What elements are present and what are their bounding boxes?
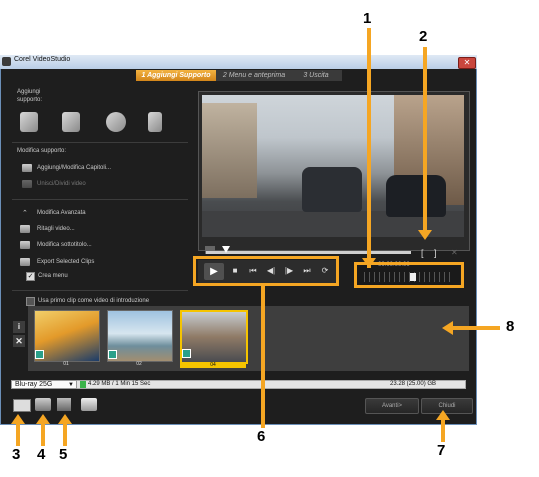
use-first-clip-checkbox[interactable] <box>26 297 35 306</box>
callout-5: 5 <box>59 446 68 463</box>
trim-video-icon <box>20 225 30 233</box>
disc-type-value: Blu-ray 25G <box>15 381 53 388</box>
subtitle-icon <box>20 241 30 249</box>
chapter-icon <box>22 164 32 172</box>
create-menu-label: Crea menu <box>38 273 68 279</box>
default-chapter-settings-icon[interactable] <box>35 398 51 411</box>
edit-subtitle-link[interactable]: Modifica sottotitolo... <box>37 242 92 248</box>
clear-marks-button[interactable]: ✕ <box>451 248 458 257</box>
print-icon[interactable] <box>81 398 97 411</box>
add-mobile-icon[interactable] <box>148 112 162 132</box>
divider <box>12 199 188 200</box>
project-size-info: 4.29 MB / 1 Min 15 Sec <box>88 381 151 387</box>
chevron-down-icon: ▼ <box>68 382 74 388</box>
tab-output[interactable]: 3 Uscita <box>292 70 340 81</box>
tab-menu-preview[interactable]: 2 Menu e anteprima <box>218 70 290 81</box>
export-clips-icon <box>20 258 30 266</box>
next-button[interactable]: Avanti> <box>365 398 419 414</box>
callout-arrow-5 <box>58 414 72 424</box>
tab-add-media[interactable]: 1 Aggiungi Supporto <box>136 70 216 81</box>
callout-arrow-8 <box>442 321 453 335</box>
callout-arrow-2 <box>418 230 432 240</box>
callout-line-6 <box>261 286 265 428</box>
callout-7: 7 <box>437 442 446 459</box>
add-dvd-video-icon[interactable] <box>62 112 80 132</box>
create-menu-checkbox[interactable]: ✓ <box>26 272 35 281</box>
project-settings-icon[interactable] <box>13 399 31 412</box>
mark-in-button[interactable]: [ <box>421 248 424 258</box>
divider <box>12 142 188 143</box>
multi-trim-link[interactable]: Unisci/Dividi video <box>37 181 86 187</box>
clip-check-icon <box>108 350 117 359</box>
step-tabs: 1 Aggiungi Supporto 2 Menu e anteprima 3… <box>136 70 342 81</box>
callout-6: 6 <box>257 428 266 445</box>
add-edit-chapters-link[interactable]: Aggiungi/Modifica Capitoli... <box>37 165 111 171</box>
scrub-bar[interactable] <box>206 251 411 254</box>
callout-line-7 <box>441 420 445 442</box>
add-media-label: Aggiungi <box>17 89 41 95</box>
callout-line-3 <box>16 424 20 446</box>
capacity-bar-fill <box>80 381 86 388</box>
callout-2: 2 <box>419 28 428 45</box>
callout-arrow-1 <box>362 258 376 268</box>
use-first-clip-label: Usa primo clip come video di introduzion… <box>38 298 150 304</box>
callout-4: 4 <box>37 446 46 463</box>
callout-arrow-7 <box>436 410 450 420</box>
callout-arrow-3 <box>11 414 25 424</box>
add-media-label-2: supporto: <box>17 97 43 103</box>
remove-clip-button[interactable]: ✕ <box>13 335 25 347</box>
callout-line-8 <box>452 326 500 330</box>
add-disc-icon[interactable] <box>106 112 126 132</box>
mark-out-button[interactable]: ] <box>434 248 437 258</box>
title-bar: Corel VideoStudio <box>0 55 477 69</box>
callout-arrow-4 <box>36 414 50 424</box>
chevron-up-icon: ⌃ <box>22 210 28 217</box>
disc-type-select[interactable]: Blu-ray 25G ▼ <box>11 380 77 389</box>
callout-line-2 <box>423 47 427 233</box>
callout-line-1 <box>367 28 371 268</box>
add-video-icon[interactable] <box>20 112 38 132</box>
info-button[interactable]: i <box>13 321 25 333</box>
edit-media-label: Modifica supporto: <box>17 148 67 154</box>
callout-line-4 <box>41 424 45 446</box>
export-selected-clips-link[interactable]: Export Selected Clips <box>37 259 94 265</box>
highlight-playback-controls <box>193 256 339 286</box>
multi-trim-icon <box>22 180 32 188</box>
trim-video-link[interactable]: Ritagli video... <box>37 226 75 232</box>
callout-1: 1 <box>363 10 372 27</box>
callout-line-5 <box>63 424 67 446</box>
close-window-button[interactable]: ✕ <box>458 57 476 69</box>
clip-label: 02 <box>136 361 142 367</box>
advanced-edit-toggle[interactable]: Modifica Avanzata <box>37 210 86 216</box>
clip-check-icon <box>35 350 44 359</box>
divider <box>12 290 188 291</box>
scrub-handle[interactable] <box>222 246 230 253</box>
clip-check-icon <box>182 349 191 358</box>
disc-capacity-info: 23.28 (25.00) GB <box>390 381 437 387</box>
callout-8: 8 <box>506 318 515 335</box>
window-title: Corel VideoStudio <box>14 56 71 63</box>
clip-label: 04 <box>180 362 246 368</box>
clip-label: 01 <box>63 361 69 367</box>
output-settings-icon[interactable] <box>57 398 71 411</box>
callout-3: 3 <box>12 446 21 463</box>
app-icon <box>2 57 11 66</box>
